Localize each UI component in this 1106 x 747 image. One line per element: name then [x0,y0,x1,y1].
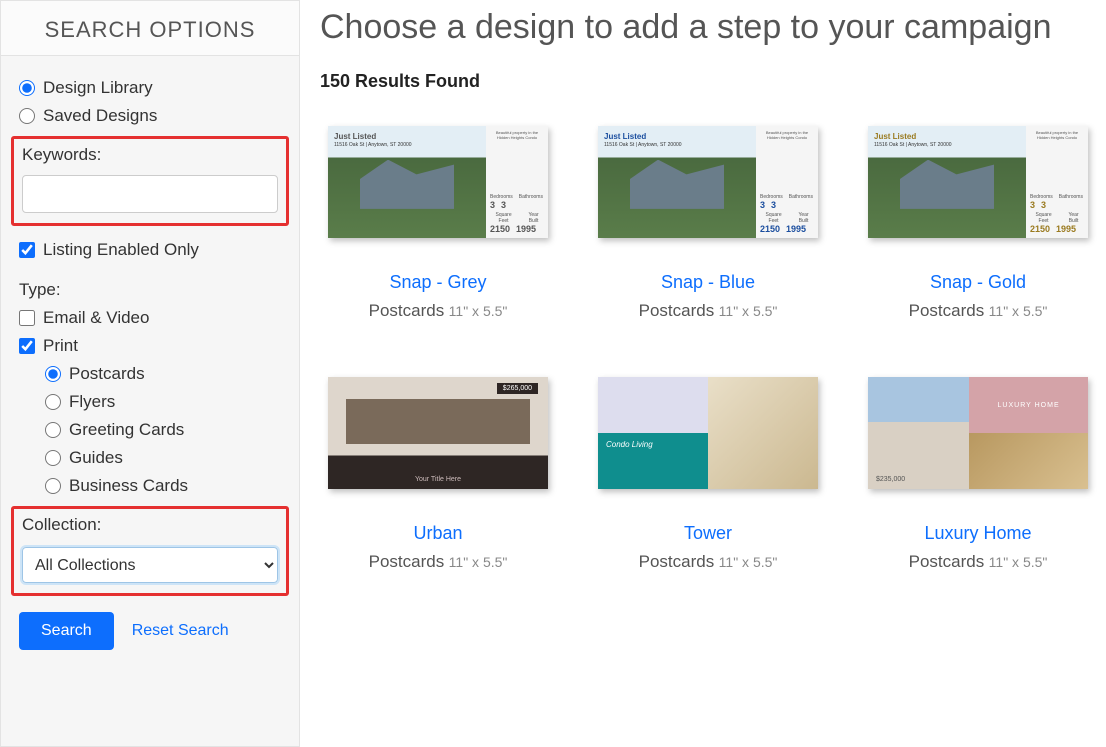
design-thumb[interactable]: Just Listed 11516 Oak St | Anytown, ST 2… [598,126,818,238]
collection-highlight: Collection: All Collections [11,506,289,596]
thumb-title: Your Title Here [328,476,548,483]
button-row: Search Reset Search [19,612,281,650]
design-thumb[interactable]: Just Listed 11516 Oak St | Anytown, ST 2… [868,126,1088,238]
radio-saved-designs-label: Saved Designs [43,106,157,126]
thumb-address: 11516 Oak St | Anytown, ST 20000 [874,142,952,148]
thumb-banner: Just Listed [334,132,376,141]
thumb-banner: Just Listed [874,132,916,141]
design-type: Postcards [639,552,715,571]
search-button[interactable]: Search [19,612,114,650]
thumb-address: 11516 Oak St | Anytown, ST 20000 [604,142,682,148]
thumb-lux-price: $235,000 [876,476,905,483]
check-listing-enabled-input[interactable] [19,242,35,258]
design-title[interactable]: Urban [320,523,556,544]
radio-greeting-cards[interactable]: Greeting Cards [45,420,281,440]
design-title[interactable]: Tower [590,523,826,544]
design-card[interactable]: $265,000 Your Title Here Urban Postcards… [320,377,556,572]
radio-flyers-input[interactable] [45,394,61,410]
design-type: Postcards [369,552,445,571]
results-count: 150 Results Found [320,71,1096,92]
sidebar-body: Design Library Saved Designs Keywords: L… [1,56,299,664]
search-sidebar: SEARCH OPTIONS Design Library Saved Desi… [0,0,300,747]
design-dim: 11" x 5.5" [989,303,1048,319]
radio-design-library-input[interactable] [19,80,35,96]
check-print-label: Print [43,336,78,356]
design-title[interactable]: Snap - Blue [590,272,826,293]
check-print[interactable]: Print [19,336,281,356]
design-card[interactable]: $235,000 LUXURY HOME Luxury Home Postcar… [860,377,1096,572]
page-title: Choose a design to add a step to your ca… [320,8,1096,47]
design-thumb[interactable]: $265,000 Your Title Here [328,377,548,489]
radio-design-library-label: Design Library [43,78,153,98]
design-type: Postcards [909,301,985,320]
collection-select[interactable]: All Collections [22,547,278,583]
radio-greeting-cards-label: Greeting Cards [69,420,184,440]
main-content: Choose a design to add a step to your ca… [300,0,1106,747]
design-thumb[interactable]: $235,000 LUXURY HOME [868,377,1088,489]
results-grid: Just Listed 11516 Oak St | Anytown, ST 2… [320,126,1096,572]
radio-business-cards[interactable]: Business Cards [45,476,281,496]
radio-postcards[interactable]: Postcards [45,364,281,384]
check-email-video-input[interactable] [19,310,35,326]
sidebar-header: SEARCH OPTIONS [1,1,299,56]
radio-guides-label: Guides [69,448,123,468]
thumb-condo: Condo Living [606,440,653,449]
radio-saved-designs-input[interactable] [19,108,35,124]
radio-design-library[interactable]: Design Library [19,78,281,98]
design-card[interactable]: Just Listed 11516 Oak St | Anytown, ST 2… [590,126,826,321]
design-dim: 11" x 5.5" [719,303,778,319]
design-dim: 11" x 5.5" [449,303,508,319]
design-title[interactable]: Luxury Home [860,523,1096,544]
radio-flyers-label: Flyers [69,392,115,412]
design-thumb[interactable]: Condo Living [598,377,818,489]
design-title[interactable]: Snap - Gold [860,272,1096,293]
radio-business-cards-input[interactable] [45,478,61,494]
type-label: Type: [19,280,281,300]
radio-guides[interactable]: Guides [45,448,281,468]
keywords-highlight: Keywords: [11,136,289,226]
design-card[interactable]: Just Listed 11516 Oak St | Anytown, ST 2… [320,126,556,321]
check-listing-enabled-label: Listing Enabled Only [43,240,199,260]
check-email-video[interactable]: Email & Video [19,308,281,328]
print-subtypes: Postcards Flyers Greeting Cards Guides B… [45,364,281,496]
radio-business-cards-label: Business Cards [69,476,188,496]
reset-search-link[interactable]: Reset Search [132,622,229,640]
thumb-price: $265,000 [497,383,538,394]
design-dim: 11" x 5.5" [719,554,778,570]
design-title[interactable]: Snap - Grey [320,272,556,293]
design-dim: 11" x 5.5" [989,554,1048,570]
thumb-banner: Just Listed [604,132,646,141]
radio-flyers[interactable]: Flyers [45,392,281,412]
radio-greeting-cards-input[interactable] [45,422,61,438]
check-print-input[interactable] [19,338,35,354]
design-card[interactable]: Condo Living Tower Postcards 11" x 5.5" [590,377,826,572]
design-card[interactable]: Just Listed 11516 Oak St | Anytown, ST 2… [860,126,1096,321]
radio-saved-designs[interactable]: Saved Designs [19,106,281,126]
design-type: Postcards [369,301,445,320]
check-email-video-label: Email & Video [43,308,149,328]
design-type: Postcards [639,301,715,320]
keywords-label: Keywords: [22,145,278,165]
design-thumb[interactable]: Just Listed 11516 Oak St | Anytown, ST 2… [328,126,548,238]
radio-postcards-label: Postcards [69,364,145,384]
thumb-lux-header: LUXURY HOME [969,377,1088,433]
radio-postcards-input[interactable] [45,366,61,382]
design-type: Postcards [909,552,985,571]
check-listing-enabled[interactable]: Listing Enabled Only [19,240,281,260]
design-dim: 11" x 5.5" [449,554,508,570]
keywords-input[interactable] [22,175,278,213]
collection-label: Collection: [22,515,278,535]
radio-guides-input[interactable] [45,450,61,466]
thumb-address: 11516 Oak St | Anytown, ST 20000 [334,142,412,148]
